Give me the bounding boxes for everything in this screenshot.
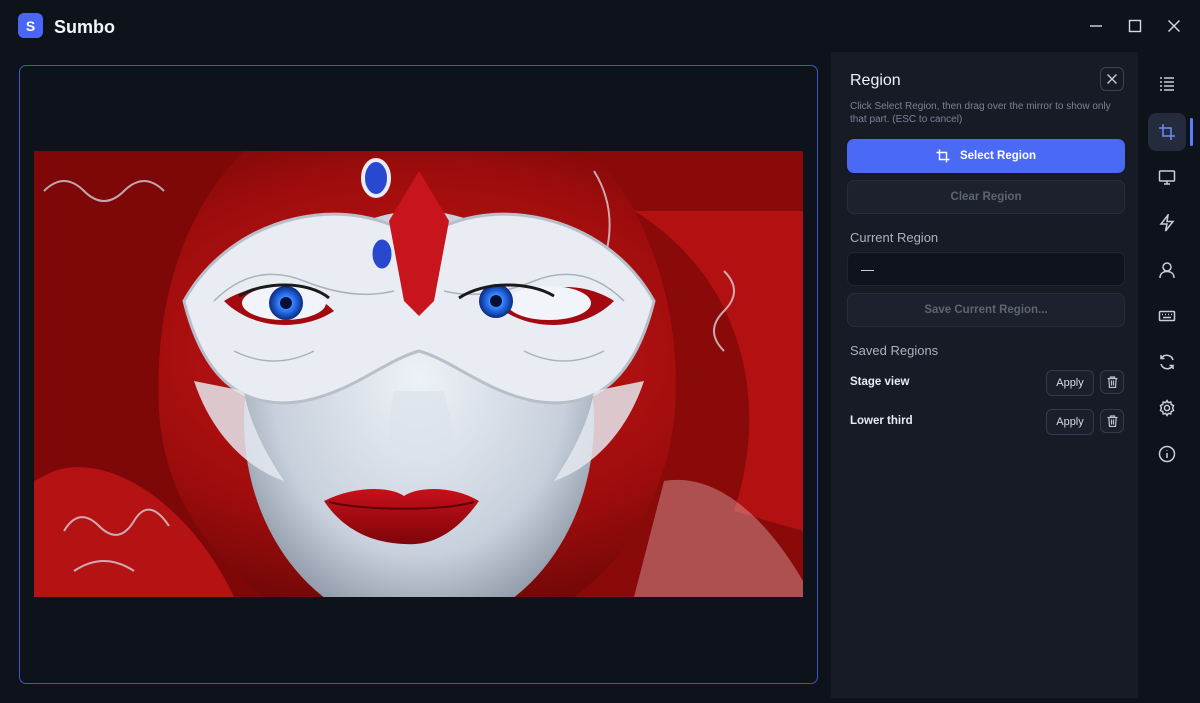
saved-region-row: Lower third Apply (847, 409, 1125, 435)
apply-region-button[interactable]: Apply (1046, 409, 1094, 435)
user-icon (1159, 262, 1175, 279)
clear-region-button[interactable]: Clear Region (847, 180, 1125, 214)
close-window-button[interactable] (1160, 12, 1188, 40)
region-panel: Region Click Select Region, then drag ov… (831, 52, 1138, 698)
info-icon (1158, 445, 1176, 463)
delete-region-button[interactable] (1100, 409, 1124, 433)
crop-icon (936, 149, 950, 163)
save-current-region-label: Save Current Region... (924, 304, 1048, 316)
select-region-button[interactable]: Select Region (847, 139, 1125, 173)
minimize-icon (1090, 25, 1102, 27)
close-icon (1107, 74, 1117, 84)
rail-item-shortcuts[interactable] (1148, 297, 1186, 335)
saved-region-row: Stage view Apply (847, 370, 1125, 396)
maximize-button[interactable] (1121, 12, 1149, 40)
mirror-image (34, 151, 803, 597)
minimize-button[interactable] (1082, 12, 1110, 40)
active-indicator (1190, 118, 1193, 146)
rail-item-region[interactable] (1148, 113, 1186, 151)
app-logo: S (18, 13, 43, 38)
masked-woman-illustration (34, 151, 803, 597)
trash-icon (1107, 415, 1117, 427)
clear-region-label: Clear Region (950, 191, 1022, 203)
apply-region-button[interactable]: Apply (1046, 370, 1094, 396)
rail-item-account[interactable] (1148, 251, 1186, 289)
mirror-frame[interactable] (19, 65, 818, 684)
current-region-label: Current Region (850, 230, 939, 245)
keyboard-icon (1158, 310, 1176, 322)
rail-item-performance[interactable] (1148, 204, 1186, 242)
rail-item-display[interactable] (1148, 158, 1186, 196)
refresh-icon (1160, 354, 1174, 370)
select-region-label: Select Region (959, 150, 1037, 162)
saved-region-name: Stage view (850, 376, 910, 388)
close-icon (1168, 20, 1180, 32)
maximize-icon (1128, 19, 1142, 33)
list-icon (1160, 77, 1174, 91)
rail-item-sync[interactable] (1148, 343, 1186, 381)
icon-rail (1142, 52, 1200, 703)
crop-icon (1159, 124, 1175, 140)
rail-item-settings[interactable] (1148, 389, 1186, 427)
monitor-icon (1158, 170, 1176, 185)
rail-item-about[interactable] (1148, 435, 1186, 473)
panel-hint: Click Select Region, then drag over the … (850, 101, 1111, 125)
gear-icon (1159, 399, 1175, 417)
current-region-field: — (847, 252, 1125, 286)
lightning-icon (1159, 214, 1175, 232)
panel-title: Region (850, 72, 901, 89)
saved-region-name: Lower third (850, 415, 913, 427)
app-title: Sumbo (54, 17, 115, 37)
panel-close-button[interactable] (1100, 67, 1124, 91)
rail-item-list[interactable] (1148, 65, 1186, 103)
trash-icon (1107, 376, 1117, 388)
save-current-region-button[interactable]: Save Current Region... (847, 293, 1125, 327)
delete-region-button[interactable] (1100, 370, 1124, 394)
current-region-value: — (861, 261, 874, 277)
title-bar: S Sumbo (0, 0, 1200, 52)
saved-regions-label: Saved Regions (850, 343, 939, 358)
